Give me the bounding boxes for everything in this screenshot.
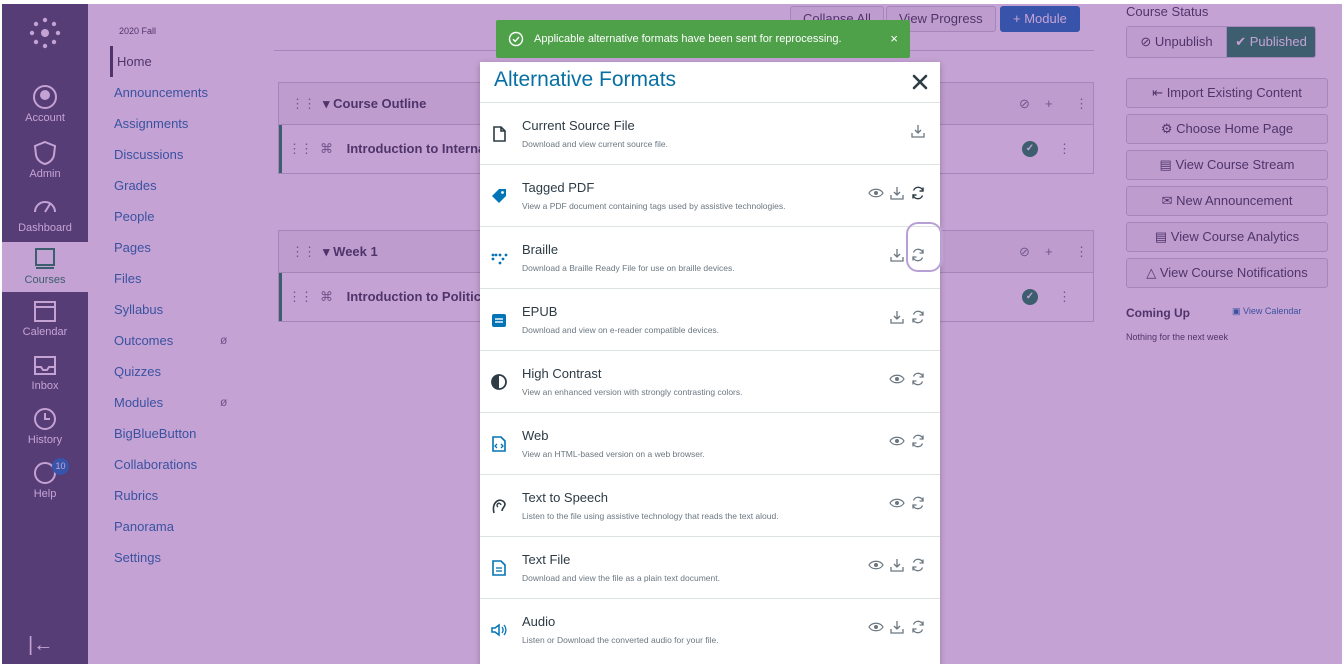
format-row: Braille Download a Braille Ready File fo… — [480, 226, 940, 288]
format-description: View an enhanced version with strongly c… — [522, 387, 743, 397]
close-icon[interactable] — [910, 72, 930, 92]
format-actions — [889, 433, 926, 451]
format-row: Web View an HTML-based version on a web … — [480, 412, 940, 474]
success-toast: Applicable alternative formats have been… — [496, 20, 910, 58]
check-circle-icon — [508, 31, 524, 47]
format-actions — [889, 371, 926, 389]
view-icon[interactable] — [868, 557, 884, 573]
format-name: EPUB — [522, 304, 558, 319]
format-row: Text File Download and view the file as … — [480, 536, 940, 598]
view-icon[interactable] — [868, 185, 884, 201]
format-description: Download a Braille Ready File for use on… — [522, 263, 735, 273]
dialog-title: Alternative Formats — [494, 68, 677, 91]
format-description: Listen to the file using assistive techn… — [522, 511, 779, 521]
format-description: Listen or Download the converted audio f… — [522, 635, 719, 645]
format-row: High Contrast View an enhanced version w… — [480, 350, 940, 412]
reprocess-icon[interactable] — [910, 185, 926, 201]
speech-icon — [492, 499, 506, 514]
format-row: Tagged PDF View a PDF document containin… — [480, 164, 940, 226]
alternative-formats-dialog: Alternative Formats Current Source File … — [480, 62, 942, 664]
reprocess-icon[interactable] — [910, 309, 926, 325]
download-icon[interactable] — [910, 123, 926, 139]
download-icon[interactable] — [889, 185, 905, 201]
view-icon[interactable] — [868, 619, 884, 635]
format-actions — [910, 123, 926, 141]
app-window: Account Admin Dashboard Courses Calendar… — [2, 4, 1342, 664]
epub-icon — [492, 314, 506, 327]
download-icon[interactable] — [889, 557, 905, 573]
format-description: Download and view on e-reader compatible… — [522, 325, 720, 335]
reprocess-highlight — [906, 222, 942, 272]
format-actions — [868, 185, 926, 203]
reprocess-icon[interactable] — [910, 557, 926, 573]
text-file-icon — [492, 560, 506, 576]
format-row: Current Source File Download and view cu… — [480, 102, 940, 164]
format-name: High Contrast — [522, 366, 602, 381]
format-row: Audio Listen or Download the converted a… — [480, 598, 940, 660]
format-name: Text to Speech — [522, 490, 608, 505]
format-name: Braille — [522, 242, 559, 257]
download-icon[interactable] — [889, 247, 905, 263]
toast-message: Applicable alternative formats have been… — [534, 33, 842, 45]
download-icon[interactable] — [889, 309, 905, 325]
reprocess-icon[interactable] — [910, 371, 926, 387]
format-name: Text File — [522, 552, 571, 567]
view-icon[interactable] — [889, 371, 905, 387]
format-list: Current Source File Download and view cu… — [480, 102, 940, 660]
web-icon — [492, 436, 506, 452]
toast-close-button[interactable]: × — [890, 20, 898, 58]
format-row: EPUB Download and view on e-reader compa… — [480, 288, 940, 350]
format-actions — [868, 619, 926, 637]
format-actions — [868, 557, 926, 575]
contrast-icon — [491, 374, 507, 390]
reprocess-icon[interactable] — [910, 433, 926, 449]
download-icon[interactable] — [889, 619, 905, 635]
format-description: Download and view current source file. — [522, 139, 668, 149]
tag-icon — [492, 189, 506, 203]
format-description: View a PDF document containing tags used… — [522, 201, 786, 211]
format-name: Current Source File — [522, 118, 635, 133]
format-name: Web — [522, 428, 549, 443]
view-icon[interactable] — [889, 495, 905, 511]
format-description: View an HTML-based version on a web brow… — [522, 449, 705, 459]
format-name: Tagged PDF — [522, 180, 595, 195]
format-actions — [889, 309, 926, 327]
format-name: Audio — [522, 614, 556, 629]
format-actions — [889, 495, 926, 513]
braille-icon — [491, 253, 508, 265]
audio-icon — [491, 623, 507, 637]
format-row: Text to Speech Listen to the file using … — [480, 474, 940, 536]
file-icon — [493, 126, 506, 142]
view-icon[interactable] — [889, 433, 905, 449]
reprocess-icon[interactable] — [910, 495, 926, 511]
format-description: Download and view the file as a plain te… — [522, 573, 720, 583]
reprocess-icon[interactable] — [910, 619, 926, 635]
